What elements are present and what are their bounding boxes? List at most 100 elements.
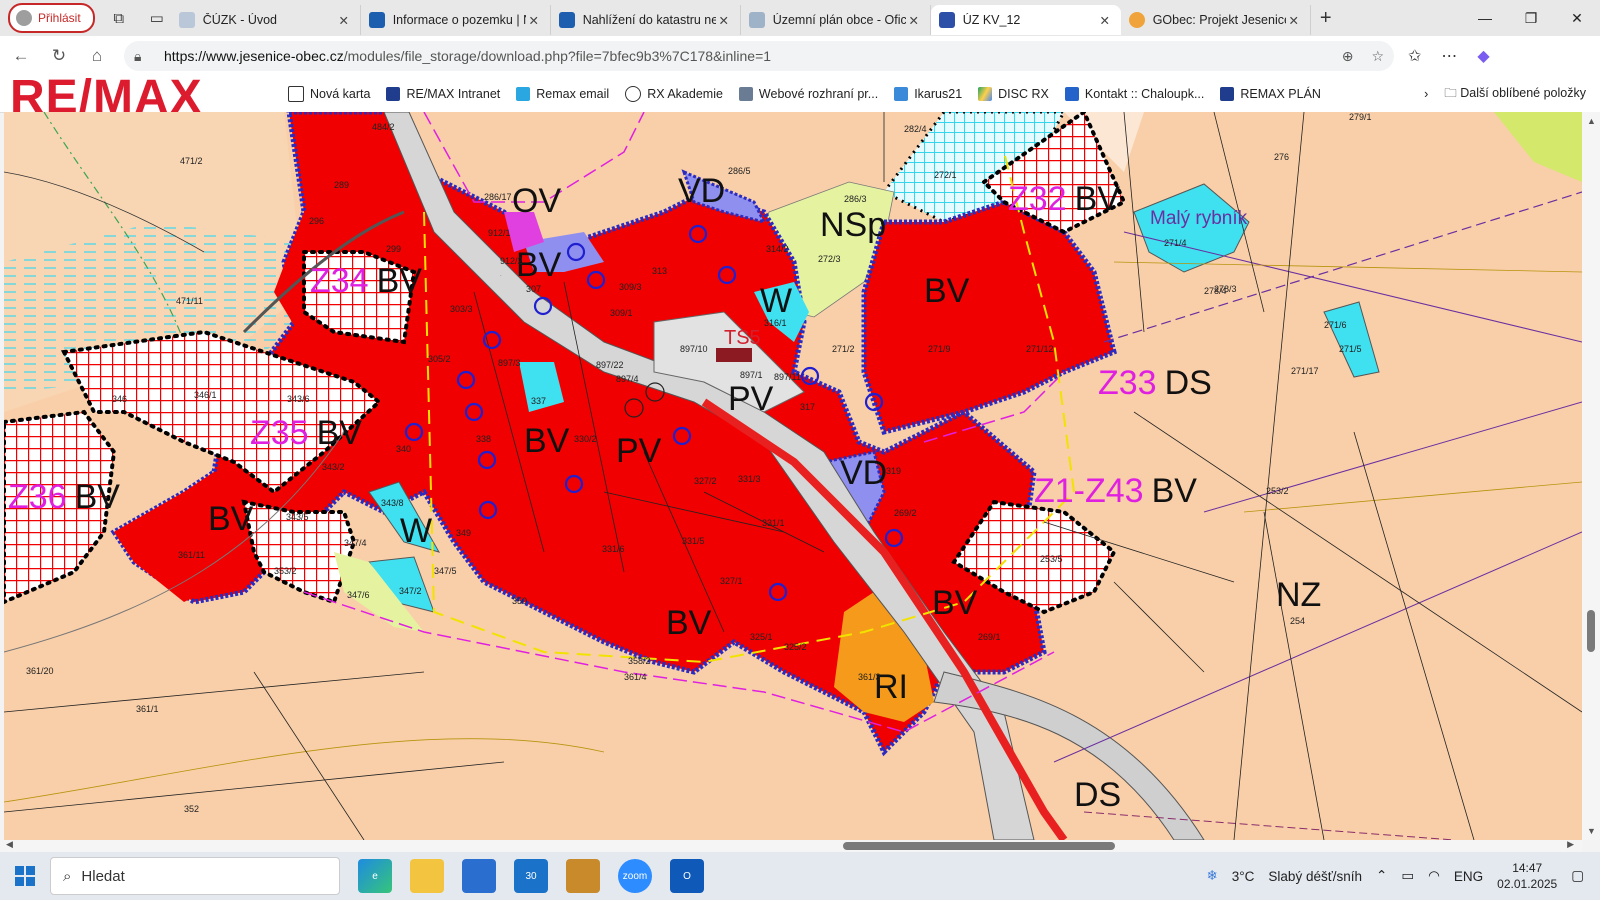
close-tab-icon[interactable]: ✕ <box>716 13 732 28</box>
fav-remax-plan[interactable]: REMAX PLÁN <box>1220 87 1321 101</box>
zone-label: NZ <box>1276 576 1321 614</box>
parcel-number: 361/3 <box>858 672 881 682</box>
calendar-icon[interactable]: 30 <box>514 859 548 893</box>
parcel-number: 358/2 <box>628 656 651 666</box>
wifi-icon[interactable]: ◠ <box>1428 868 1440 884</box>
fav-ikarus21[interactable]: Ikarus21 <box>894 87 962 101</box>
zone-label: VD <box>678 172 725 210</box>
tab-uz-kv12[interactable]: ÚZ KV_12 ✕ <box>930 5 1121 35</box>
mail-app-icon[interactable] <box>566 859 600 893</box>
chevron-right-icon[interactable]: › <box>1424 87 1428 101</box>
parcel-number: 484/2 <box>372 122 395 132</box>
fav-rx-akademie[interactable]: RX Akademie <box>625 86 723 102</box>
favorites-icon[interactable]: ✩ <box>1408 46 1421 66</box>
minimize-icon[interactable]: — <box>1462 0 1508 36</box>
horizontal-scrollbar[interactable]: ◀ ▶ <box>0 839 1582 852</box>
fav-webove-rozhrani[interactable]: Webové rozhraní pr... <box>738 87 878 101</box>
copilot-icon[interactable]: ◆ <box>1477 46 1489 66</box>
zoom-app-icon[interactable]: zoom <box>618 859 652 893</box>
mail-icon <box>516 87 531 101</box>
fav-kontakt[interactable]: Kontakt :: Chaloupk... <box>1064 87 1204 101</box>
close-tab-icon[interactable]: ✕ <box>1286 13 1302 28</box>
globe-icon <box>368 12 385 28</box>
parcel-number: 271/2 <box>832 344 855 354</box>
fav-remax-intranet[interactable]: RE/MAX Intranet <box>386 87 500 101</box>
scroll-up-icon[interactable]: ▲ <box>1587 116 1596 126</box>
back-icon[interactable]: ← <box>4 39 38 73</box>
scroll-left-icon[interactable]: ◀ <box>6 839 13 850</box>
fav-nova-karta[interactable]: Nová karta <box>288 86 370 102</box>
plan-label-z35: Z35 BV <box>250 414 362 452</box>
parcel-number: 316/1 <box>764 318 787 328</box>
home-icon[interactable]: ⌂ <box>80 39 114 73</box>
other-favorites-folder[interactable]: 🗀︎ Další oblíbené položky <box>1444 84 1586 105</box>
address-input[interactable]: 🔒︎ https://www.jesenice-obec.cz/modules/… <box>124 41 1394 71</box>
store-icon[interactable] <box>462 859 496 893</box>
fav-disc-rx[interactable]: DISC RX <box>978 87 1049 101</box>
scroll-down-icon[interactable]: ▼ <box>1587 826 1596 836</box>
notification-icon[interactable]: ▢ <box>1571 868 1584 884</box>
parcel-number: 289 <box>334 180 349 190</box>
clock[interactable]: 14:47 02.01.2025 <box>1497 860 1557 892</box>
globe-icon <box>178 12 195 28</box>
zoning-map[interactable]: BV BV BV BV BV BV PV PV VD VD VD OV NSp … <box>4 112 1582 840</box>
tray-chevron-icon[interactable]: ⌃ <box>1376 868 1387 884</box>
parcel-number: 346 <box>112 394 127 404</box>
tab-cuzk[interactable]: ČÚZK - Úvod ✕ <box>171 5 361 35</box>
scroll-right-icon[interactable]: ▶ <box>1567 839 1574 850</box>
balloon-icon <box>1220 87 1235 101</box>
close-tab-icon[interactable]: ✕ <box>526 13 542 28</box>
tab-gobec[interactable]: GObec: Projekt Jesenice ✕ <box>1121 5 1311 35</box>
tab-uzemni-plan[interactable]: Územní plán obce - Oficiální stránky✕ <box>741 5 931 35</box>
zone-label: BV <box>666 604 712 642</box>
bird-icon <box>894 87 909 101</box>
parcel-number: 330/2 <box>574 434 597 444</box>
parcel-number: 276 <box>1274 152 1289 162</box>
document-icon <box>748 12 765 28</box>
remax-logo: RE/MAX <box>10 71 203 124</box>
fav-remax-email[interactable]: Remax email <box>516 87 609 101</box>
parcel-number: 272/1 <box>934 170 957 180</box>
workspaces-icon[interactable]: ⧉ <box>105 4 133 32</box>
cyan-small-east <box>1323 301 1380 378</box>
parcel-number: 309/3 <box>619 282 642 292</box>
restore-icon[interactable]: ❐ <box>1508 0 1554 36</box>
favorites-bar: RE/MAX Nová karta RE/MAX Intranet Remax … <box>0 71 1600 124</box>
tab-actions-icon[interactable]: ▭ <box>143 4 171 32</box>
parcel-number: 271/4 <box>1164 238 1187 248</box>
star-icon[interactable]: ☆ <box>1371 48 1384 65</box>
close-tab-icon[interactable]: ✕ <box>336 13 352 28</box>
taskbar: ⌕ Hledat e 30 zoom O ❄ 3°C Slabý déšť/sní… <box>0 852 1600 900</box>
parcel-number: 897/1 <box>740 370 763 380</box>
language-indicator[interactable]: ENG <box>1454 869 1483 884</box>
horizontal-scroll-thumb[interactable] <box>843 842 1115 850</box>
avatar-icon <box>16 10 32 26</box>
close-tab-icon[interactable]: ✕ <box>906 13 922 28</box>
zone-label: BV <box>924 272 970 310</box>
parcel-number: 347/4 <box>344 538 367 548</box>
profile-button[interactable]: Přihlásit <box>8 3 95 33</box>
weather-desc: Slabý déšť/sníh <box>1268 868 1363 884</box>
parcel-number: 254 <box>1290 616 1305 626</box>
refresh-icon[interactable]: ↻ <box>42 39 76 73</box>
zone-label: BV <box>524 422 570 460</box>
zoom-icon[interactable]: ⊕ <box>1342 48 1354 65</box>
file-explorer-icon[interactable] <box>410 859 444 893</box>
tab-informace[interactable]: Informace o pozemku | Nahlížení do katas… <box>361 5 551 35</box>
close-tab-icon[interactable]: ✕ <box>1097 13 1113 28</box>
taskbar-search[interactable]: ⌕ Hledat <box>50 857 340 895</box>
edge-icon[interactable]: e <box>358 859 392 893</box>
vertical-scrollbar[interactable]: ▲ ▼ <box>1582 112 1600 840</box>
tab-nahlizeni[interactable]: Nahlížení do katastru nemovitostí✕ <box>551 5 741 35</box>
outlook-icon[interactable]: O <box>670 859 704 893</box>
vertical-scroll-thumb[interactable] <box>1587 610 1595 652</box>
close-window-icon[interactable]: ✕ <box>1554 0 1600 36</box>
parcel-number: 343/2 <box>322 462 345 472</box>
windows-start-icon[interactable] <box>0 866 50 886</box>
parcel-number: 912/1 <box>488 228 511 238</box>
more-icon[interactable]: ⋯ <box>1441 46 1457 66</box>
new-tab-button[interactable]: + <box>1311 7 1341 30</box>
parcel-number: 897/4 <box>616 374 639 384</box>
weather-icon[interactable]: ❄ <box>1206 868 1217 884</box>
battery-icon[interactable]: ▭ <box>1401 868 1414 884</box>
